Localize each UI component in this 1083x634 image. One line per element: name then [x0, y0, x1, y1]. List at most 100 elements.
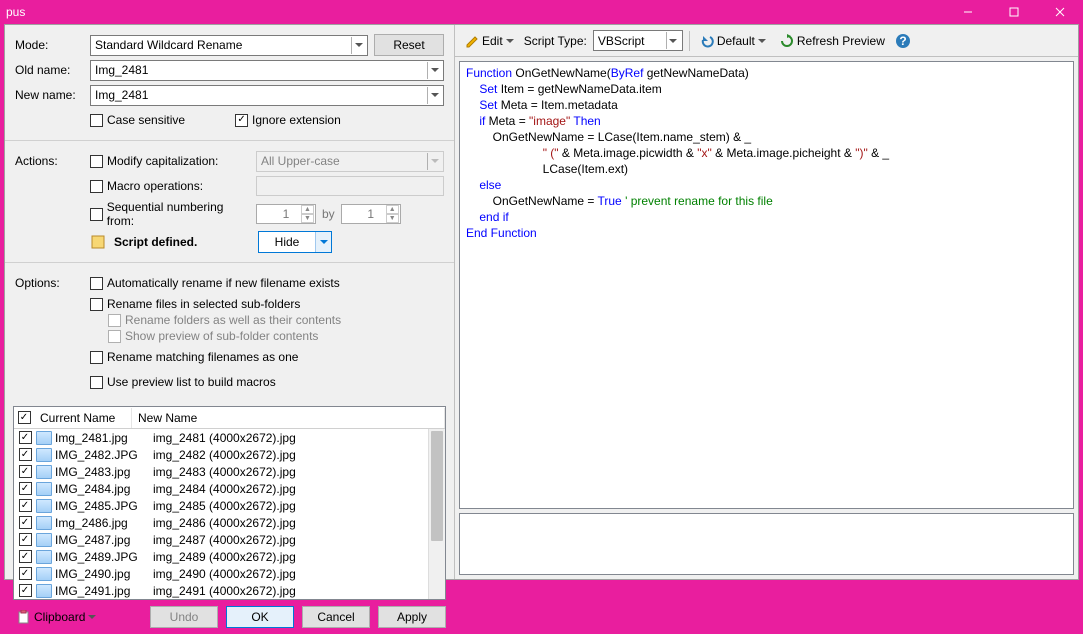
- svg-text:?: ?: [899, 34, 906, 48]
- current-name: IMG_2483.jpg: [55, 465, 153, 479]
- chevron-down-icon: [666, 32, 680, 49]
- new-name: img_2485 (4000x2672).jpg: [153, 499, 296, 513]
- seq-step-spinner[interactable]: 1▲▼: [341, 204, 401, 224]
- file-icon: [36, 448, 52, 462]
- seq-start-spinner[interactable]: 1▲▼: [256, 204, 316, 224]
- col-new[interactable]: New Name: [132, 408, 445, 428]
- auto-rename-checkbox[interactable]: Automatically rename if new filename exi…: [90, 276, 340, 290]
- row-checkbox[interactable]: ✓: [19, 448, 32, 461]
- chevron-down-icon: [506, 39, 514, 43]
- rename-matching-checkbox[interactable]: Rename matching filenames as one: [90, 350, 298, 364]
- current-name: IMG_2491.jpg: [55, 584, 153, 598]
- new-name: img_2490 (4000x2672).jpg: [153, 567, 296, 581]
- row-checkbox[interactable]: ✓: [19, 584, 32, 597]
- col-current[interactable]: Current Name: [34, 408, 132, 428]
- apply-button[interactable]: Apply: [378, 606, 446, 628]
- row-checkbox[interactable]: ✓: [19, 431, 32, 444]
- window-title: pus: [0, 5, 945, 19]
- row-checkbox[interactable]: ✓: [19, 482, 32, 495]
- table-row[interactable]: ✓ IMG_2485.JPGimg_2485 (4000x2672).jpg: [14, 497, 445, 514]
- row-checkbox[interactable]: ✓: [19, 499, 32, 512]
- script-icon: [90, 234, 108, 250]
- seq-by-label: by: [322, 207, 335, 221]
- macro-operations-checkbox[interactable]: Macro operations:: [90, 179, 250, 193]
- current-name: IMG_2485.JPG: [55, 499, 153, 513]
- actions-label: Actions:: [15, 154, 90, 168]
- file-icon: [36, 482, 52, 496]
- help-icon[interactable]: ?: [895, 33, 911, 49]
- table-row[interactable]: ✓IMG_2482.JPGimg_2482 (4000x2672).jpg: [14, 446, 445, 463]
- file-icon: [36, 516, 52, 530]
- file-icon: [36, 431, 52, 445]
- output-pane[interactable]: [459, 513, 1074, 575]
- file-icon: [36, 567, 52, 581]
- script-type-dropdown[interactable]: VBScript: [593, 30, 683, 51]
- cancel-button[interactable]: Cancel: [302, 606, 370, 628]
- new-name: img_2486 (4000x2672).jpg: [153, 516, 296, 530]
- new-name: img_2489 (4000x2672).jpg: [153, 550, 296, 564]
- table-row[interactable]: ✓IMG_2483.jpgimg_2483 (4000x2672).jpg: [14, 463, 445, 480]
- row-checkbox[interactable]: ✓: [19, 465, 32, 478]
- script-defined-label: Script defined.: [114, 235, 252, 249]
- ignore-extension-checkbox[interactable]: ✓Ignore extension: [235, 113, 341, 127]
- close-button[interactable]: [1037, 0, 1083, 24]
- clipboard-icon: [17, 610, 31, 624]
- chevron-down-icon: [351, 37, 365, 54]
- new-name: img_2482 (4000x2672).jpg: [153, 448, 296, 462]
- sequential-numbering-checkbox[interactable]: Sequential numbering from:: [90, 200, 250, 228]
- modify-capitalization-checkbox[interactable]: Modify capitalization:: [90, 154, 250, 168]
- newname-value: Img_2481: [95, 88, 148, 102]
- edit-button[interactable]: Edit: [461, 32, 518, 50]
- hide-button[interactable]: Hide: [258, 231, 332, 253]
- oldname-field[interactable]: Img_2481: [90, 60, 444, 81]
- chevron-down-icon: [758, 39, 766, 43]
- current-name: IMG_2487.jpg: [55, 533, 153, 547]
- table-row[interactable]: ✓IMG_2489.JPGimg_2489 (4000x2672).jpg: [14, 548, 445, 565]
- table-row[interactable]: ✓ IMG_2490.jpgimg_2490 (4000x2672).jpg: [14, 565, 445, 582]
- refresh-preview-button[interactable]: Refresh Preview: [776, 32, 889, 50]
- current-name: IMG_2490.jpg: [55, 567, 153, 581]
- oldname-label: Old name:: [15, 63, 90, 77]
- script-type-label: Script Type:: [524, 34, 587, 48]
- mode-dropdown[interactable]: Standard Wildcard Rename: [90, 35, 368, 56]
- row-checkbox[interactable]: ✓: [19, 516, 32, 529]
- select-all-checkbox[interactable]: ✓: [18, 411, 31, 424]
- scroll-thumb[interactable]: [431, 431, 443, 541]
- mode-label: Mode:: [15, 38, 90, 52]
- chevron-down-icon[interactable]: [315, 232, 331, 252]
- newname-label: New name:: [15, 88, 90, 102]
- reset-button[interactable]: Reset: [374, 34, 444, 56]
- title-bar: pus: [0, 0, 1083, 24]
- row-checkbox[interactable]: ✓: [19, 550, 32, 563]
- clipboard-button[interactable]: Clipboard: [13, 608, 100, 626]
- file-icon: [36, 533, 52, 547]
- minimize-button[interactable]: [945, 0, 991, 24]
- preview-list[interactable]: ✓ Current Name New Name ✓Img_2481.jpgimg…: [13, 406, 446, 600]
- capitalization-dropdown: All Upper-case: [256, 151, 444, 172]
- row-checkbox[interactable]: ✓: [19, 567, 32, 580]
- table-row[interactable]: ✓IMG_2484.jpgimg_2484 (4000x2672).jpg: [14, 480, 445, 497]
- table-row[interactable]: ✓ Img_2486.jpgimg_2486 (4000x2672).jpg: [14, 514, 445, 531]
- current-name: Img_2486.jpg: [55, 516, 153, 530]
- row-checkbox[interactable]: ✓: [19, 533, 32, 546]
- current-name: IMG_2484.jpg: [55, 482, 153, 496]
- script-editor[interactable]: Function OnGetNewName(ByRef getNewNameDa…: [459, 61, 1074, 509]
- file-icon: [36, 584, 52, 598]
- table-row[interactable]: ✓IMG_2491.jpgimg_2491 (4000x2672).jpg: [14, 582, 445, 599]
- use-preview-checkbox[interactable]: Use preview list to build macros: [90, 375, 276, 389]
- maximize-button[interactable]: [991, 0, 1037, 24]
- undo-button[interactable]: Undo: [150, 606, 218, 628]
- table-row[interactable]: ✓ IMG_2487.jpgimg_2487 (4000x2672).jpg: [14, 531, 445, 548]
- case-sensitive-checkbox[interactable]: Case sensitive: [90, 113, 185, 127]
- chevron-down-icon: [427, 62, 441, 79]
- ok-button[interactable]: OK: [226, 606, 294, 628]
- new-name: img_2487 (4000x2672).jpg: [153, 533, 296, 547]
- current-name: Img_2481.jpg: [55, 431, 153, 445]
- rename-folders-checkbox: Rename folders as well as their contents: [108, 313, 341, 327]
- table-row[interactable]: ✓Img_2481.jpgimg_2481 (4000x2672).jpg: [14, 429, 445, 446]
- file-icon: [36, 550, 52, 564]
- default-button[interactable]: Default: [696, 32, 770, 50]
- newname-field[interactable]: Img_2481: [90, 85, 444, 106]
- rename-sub-checkbox[interactable]: Rename files in selected sub-folders: [90, 297, 300, 311]
- scrollbar[interactable]: [428, 429, 445, 599]
